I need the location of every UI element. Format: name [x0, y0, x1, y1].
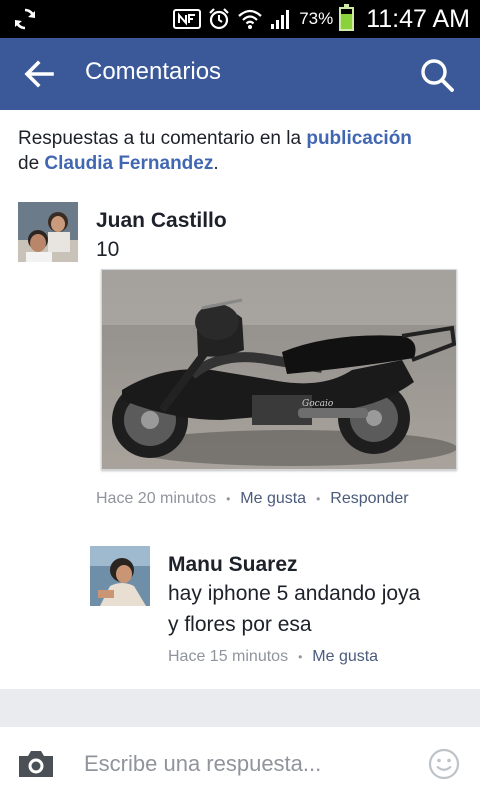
- comment-text: 10: [96, 238, 120, 261]
- page-title: Comentarios: [85, 58, 222, 85]
- reply-button[interactable]: Responder: [330, 490, 408, 508]
- battery-percent: 73%: [299, 9, 334, 28]
- note-middle: de: [18, 153, 45, 174]
- alarm-icon: [209, 8, 229, 30]
- emoji-icon[interactable]: [428, 748, 460, 780]
- separator-dot: •: [298, 650, 303, 664]
- post-link[interactable]: publicación: [306, 128, 412, 149]
- sync-icon: [15, 8, 35, 30]
- reply-text-line-1: hay iphone 5 andando joya: [168, 582, 421, 605]
- clock: 11:47 AM: [366, 4, 470, 33]
- like-button[interactable]: Me gusta: [240, 490, 306, 508]
- wifi-icon: [238, 9, 262, 29]
- svg-text:Gocaio: Gocaio: [302, 399, 334, 409]
- avatar[interactable]: [90, 546, 150, 606]
- camera-icon[interactable]: [16, 748, 56, 780]
- reply-meta: Hace 15 minutos • Me gusta: [168, 648, 378, 666]
- app-bar: Comentarios: [0, 38, 480, 110]
- status-bar: 73% 11:47 AM: [0, 0, 480, 38]
- reply-author[interactable]: Manu Suarez: [168, 553, 298, 577]
- avatar[interactable]: [18, 202, 78, 262]
- reply-text-line-2: y flores por esa: [168, 613, 312, 636]
- back-arrow-icon[interactable]: [20, 56, 60, 92]
- author-link[interactable]: Claudia Fernandez: [44, 153, 213, 174]
- comment-author[interactable]: Juan Castillo: [96, 209, 227, 233]
- battery-icon: [339, 4, 355, 31]
- replies-context-note: Respuestas a tu comentario en la publica…: [18, 126, 468, 176]
- composer-divider: [0, 689, 480, 727]
- search-icon[interactable]: [418, 56, 458, 94]
- reply-composer: [0, 727, 480, 800]
- comment-photo[interactable]: Gocaio: [101, 269, 457, 470]
- note-suffix: .: [213, 153, 219, 174]
- signal-icon: [271, 10, 290, 29]
- comment-meta: Hace 20 minutos • Me gusta • Responder: [96, 490, 409, 508]
- separator-dot: •: [226, 492, 231, 506]
- reply-timestamp: Hace 15 minutos: [168, 648, 289, 665]
- note-prefix: Respuestas a tu comentario en la: [18, 128, 307, 149]
- comment-timestamp: Hace 20 minutos: [96, 490, 217, 507]
- like-button[interactable]: Me gusta: [312, 648, 378, 666]
- nfc-icon: [173, 9, 202, 29]
- separator-dot: •: [316, 492, 321, 506]
- reply-input[interactable]: [84, 747, 404, 781]
